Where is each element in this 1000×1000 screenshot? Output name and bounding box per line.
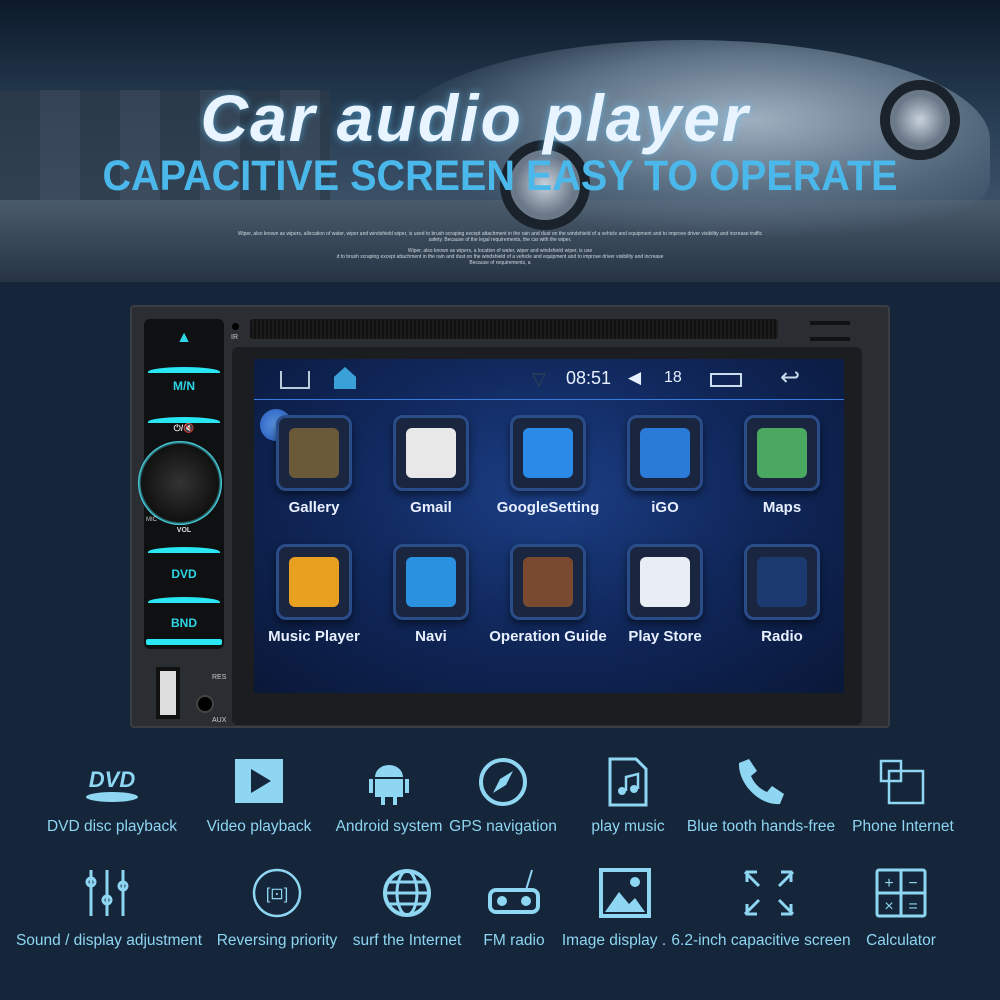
aux-jack[interactable]	[196, 695, 214, 713]
play-icon	[231, 757, 287, 807]
fine-print: Wiper, also known as wipers, allocation …	[237, 231, 763, 243]
button-glow	[148, 597, 220, 607]
mic-label: MIC	[146, 517, 157, 523]
aux-label: AUX	[212, 717, 227, 724]
recent-apps-icon[interactable]	[710, 373, 742, 387]
app-icon-igo[interactable]	[627, 415, 703, 491]
svg-text:×: ×	[884, 898, 893, 915]
app-label: Maps	[762, 499, 802, 516]
touch-screen[interactable]: ▽ 08:51 ◀ 18 ↩ Gallery Gmail GoogleSetting…	[254, 359, 844, 693]
svg-text:−: −	[908, 875, 917, 892]
image-icon	[597, 868, 653, 918]
dvd-button[interactable]: DVD	[146, 567, 222, 581]
button-glow	[148, 547, 220, 557]
app-icon-radio[interactable]	[744, 544, 820, 620]
feature-label: Phone Internet	[852, 818, 954, 835]
globe-icon	[379, 868, 435, 918]
banner-subtitle: CAPACITIVE SCREEN EASY TO OPERATE	[102, 152, 898, 200]
svg-text:[⊡]: [⊡]	[266, 886, 288, 903]
reverse-camera-icon: [⊡]	[249, 868, 305, 918]
app-icon-maps[interactable]	[744, 415, 820, 491]
app-icon-navi[interactable]	[393, 544, 469, 620]
app-icon-music-player[interactable]	[276, 544, 352, 620]
music-file-icon	[600, 757, 656, 807]
button-glow	[148, 367, 220, 377]
svg-text:+: +	[884, 875, 893, 892]
compass-icon	[475, 757, 531, 807]
status-divider	[254, 399, 844, 400]
phone-icon	[733, 757, 789, 807]
hero-banner: Car audio player CAPACITIVE SCREEN EASY …	[0, 0, 1000, 282]
feature-label: Calculator	[866, 932, 936, 949]
android-icon	[361, 757, 417, 807]
clock: 08:51	[566, 368, 612, 388]
app-icon-play-store[interactable]	[627, 544, 703, 620]
fine-print: Because of requirements, a	[469, 260, 531, 266]
app-icon-gallery[interactable]	[276, 415, 352, 491]
svg-text:=: =	[908, 898, 917, 915]
app-icon-image	[640, 428, 690, 478]
mirror-link-icon	[875, 757, 931, 807]
app-icon-image	[406, 428, 456, 478]
banner-title: Car audio player	[200, 81, 750, 155]
app-icon-image	[289, 557, 339, 607]
app-label: Radio	[761, 628, 803, 645]
app-icon-gmail[interactable]	[393, 415, 469, 491]
car-stereo-unit: IR ▲ M/N ⏻/🔇 VOL DVD BND MIC RES AUX ▽ 0…	[130, 305, 890, 728]
app-icon-operation-guide[interactable]	[510, 544, 586, 620]
dvd-icon: DVD	[84, 757, 140, 807]
volume-level: 18	[664, 369, 682, 386]
speaker-icon[interactable]: ◀	[628, 368, 641, 388]
ir-label: IR	[231, 334, 238, 341]
home-outline-icon[interactable]	[280, 371, 310, 389]
band-button[interactable]: BND	[146, 616, 222, 630]
home-app-icon[interactable]	[334, 367, 356, 389]
eject-button[interactable]: ▲	[146, 329, 222, 347]
app-icon-image	[406, 557, 456, 607]
app-icon-image	[289, 428, 339, 478]
disc-slot	[250, 319, 778, 339]
fullscreen-icon	[741, 868, 797, 918]
app-icon-image	[757, 428, 807, 478]
app-icon-image	[523, 557, 573, 607]
volume-knob[interactable]	[138, 441, 222, 525]
ir-sensor	[232, 323, 239, 330]
back-icon[interactable]: ↩	[780, 363, 800, 392]
wifi-icon: ▽	[532, 369, 546, 389]
calculator-icon: + − × =	[873, 868, 929, 918]
app-icon-googlesetting[interactable]	[510, 415, 586, 491]
app-icon-image	[640, 557, 690, 607]
app-icon-image	[523, 428, 573, 478]
map-card-slot[interactable]	[810, 321, 850, 325]
button-glow	[146, 639, 222, 645]
mode-button[interactable]: M/N	[146, 379, 222, 393]
sd-card-slot[interactable]	[810, 337, 850, 341]
power-mute-button[interactable]: ⏻/🔇	[146, 423, 222, 434]
sliders-icon	[81, 868, 137, 918]
svg-text:DVD: DVD	[89, 767, 136, 792]
reset-label: RES	[212, 674, 227, 681]
radio-icon	[486, 868, 542, 918]
usb-port[interactable]	[156, 667, 180, 719]
app-icon-image	[757, 557, 807, 607]
vol-label: VOL	[176, 527, 192, 534]
